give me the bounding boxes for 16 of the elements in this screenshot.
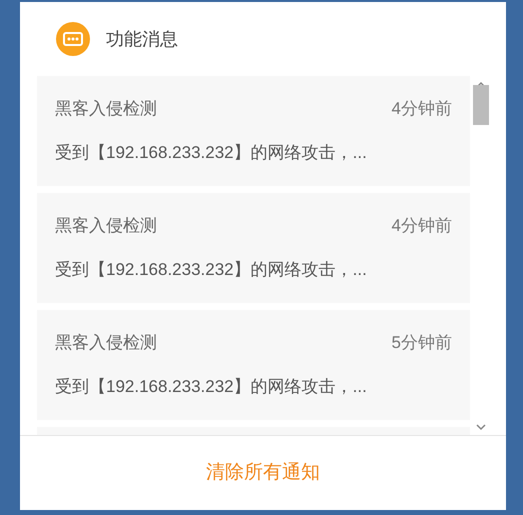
notification-title: 黑客入侵检测 [55,332,157,354]
notification-title: 黑客入侵检测 [55,215,157,237]
notification-message: 受到【192.168.233.232】的网络攻击，... [55,376,368,398]
notification-card[interactable]: 黑客入侵检测 5分钟前 受到【192.168.233.232】的网络攻击，... [37,310,470,420]
notification-message: 受到【192.168.233.232】的网络攻击，... [55,142,368,164]
notification-message: 受到【192.168.233.232】的网络攻击，... [55,258,368,280]
notification-title: 黑客入侵检测 [55,98,157,120]
panel-title: 功能消息 [106,28,178,50]
notification-card[interactable]: 黑客入侵检测 4分钟前 受到【192.168.233.232】的网络攻击，... [37,76,470,186]
notification-time: 5分钟前 [392,332,452,354]
notification-time: 4分钟前 [392,215,452,237]
notification-time: 4分钟前 [392,98,452,120]
message-icon [56,22,90,56]
notification-card[interactable]: 黑客入侵检测 4分钟前 受到【192.168.233.232】的网络攻击，... [37,193,470,303]
scrollbar-thumb[interactable] [473,85,489,125]
scroll-down-icon[interactable] [476,423,486,431]
